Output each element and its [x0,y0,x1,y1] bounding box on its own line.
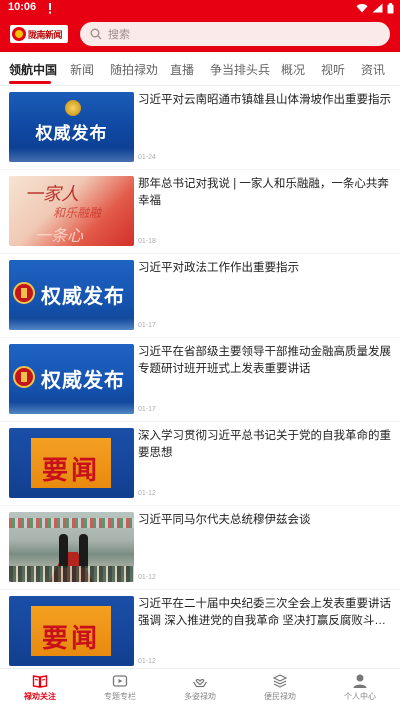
search-placeholder: 搜索 [108,29,130,41]
thumbnail-text: 权威发布 [35,124,108,144]
thumbnail-calligraphy-2: 和乐融融 [53,206,102,220]
book-icon [32,675,48,688]
news-date: 01-17 [138,406,156,413]
search-input[interactable]: 搜索 [80,22,390,46]
thumbnail-text: 权威发布 [41,368,125,392]
news-thumbnail: 权威发布 [9,260,134,330]
thumbnail-wave [9,318,134,330]
news-date: 01-12 [138,574,156,581]
news-title: 习近平对云南昭通市镇雄县山体滑坡作出重要指示 [138,94,391,106]
tab-news[interactable]: 新闻 [70,61,94,78]
nav-label: 禄劝关注 [24,692,56,701]
search-icon [90,28,102,40]
news-date: 01-24 [138,154,156,161]
logo-text: 陇南新闻 [28,30,63,41]
news-title: 习近平在二十届中央纪委三次全会上发表重要讲话强调 深入推进党的自我革命 坚决打赢… [138,598,391,627]
nav-label: 多姿禄劝 [184,692,216,701]
news-title: 那年总书记对我说 | 一家人和乐融融，一条心共奔幸福 [138,178,389,207]
status-bar: 10:06 [0,0,400,16]
nav-label: 专题专栏 [104,692,136,701]
news-date: 01-12 [138,658,156,665]
thumbnail-calligraphy: 一家人 [25,184,79,205]
nav-label: 个人中心 [344,692,376,701]
signal-icon [372,3,383,13]
nav-item-profile[interactable]: 个人中心 [320,673,400,702]
tab-media[interactable]: 视听 [321,61,345,78]
channel-tabs: 领航中国 新闻 随拍禄劝 直播 争当排头兵 概况 视听 资讯 [0,52,400,86]
thumbnail-figure [59,534,68,568]
nav-item-attention[interactable]: 禄劝关注 [0,673,80,702]
bottom-nav: 禄劝关注 专题专栏 多姿禄劝 便民禄劝 个人中心 [0,668,400,711]
app-header: 陇南新闻 搜索 [0,16,400,52]
hands-heart-icon [193,678,207,688]
tab-info[interactable]: 资讯 [361,61,385,78]
news-date: 01-18 [138,238,156,245]
thumbnail-skyline [9,148,134,162]
news-title: 习近平对政法工作作出重要指示 [138,262,299,274]
user-icon [353,674,367,688]
news-list: 权威发布 习近平对云南昭通市镇雄县山体滑坡作出重要指示 01-24 一家人 和乐… [0,86,400,668]
news-thumbnail: 权威发布 [9,344,134,414]
news-item[interactable]: 权威发布 习近平对政法工作作出重要指示 01-17 [0,254,400,338]
nav-label: 便民禄劝 [264,692,296,701]
layers-icon [272,674,288,688]
news-title: 习近平同马尔代夫总统穆伊兹会谈 [138,514,311,526]
tab-live[interactable]: 直播 [170,61,194,78]
thumbnail-crowd [9,566,134,582]
news-title: 习近平在省部级主要领导干部推动金融高质量发展专题研讨班开班式上发表重要讲话 [138,346,391,375]
news-item[interactable]: 权威发布 习近平在省部级主要领导干部推动金融高质量发展专题研讨班开班式上发表重要… [0,338,400,422]
wifi-icon [356,4,368,13]
news-item[interactable]: 权威发布 习近平对云南昭通市镇雄县山体滑坡作出重要指示 01-24 [0,86,400,170]
app-logo[interactable]: 陇南新闻 [10,25,68,43]
thumbnail-text: 要闻 [41,456,100,486]
thumbnail-figure [79,534,88,568]
news-item[interactable]: 一家人 和乐融融 一条心 那年总书记对我说 | 一家人和乐融融，一条心共奔幸福 … [0,170,400,254]
thumbnail-text: 权威发布 [41,284,125,308]
status-time: 10:06 [8,1,37,13]
news-thumbnail-photo [9,512,134,582]
news-thumbnail: 权威发布 [9,92,134,162]
news-title: 深入学习贯彻习近平总书记关于党的自我革命的重要思想 [138,430,391,459]
nav-item-colorful[interactable]: 多姿禄劝 [160,673,240,702]
news-item[interactable]: 要闻 深入学习贯彻习近平总书记关于党的自我革命的重要思想 01-12 [0,422,400,506]
news-thumbnail: 要闻 [9,428,134,498]
battery-icon [387,2,394,13]
news-thumbnail: 要闻 [9,596,134,666]
emblem-icon [13,282,35,304]
video-icon [112,675,128,687]
nav-item-topics[interactable]: 专题专栏 [80,673,160,702]
news-item[interactable]: 要闻 习近平在二十届中央纪委三次全会上发表重要讲话强调 深入推进党的自我革命 坚… [0,590,400,668]
logo-emblem-icon [12,27,26,41]
tab-lhzg[interactable]: 领航中国 [9,61,57,78]
news-date: 01-17 [138,322,156,329]
news-date: 01-12 [138,490,156,497]
alert-icon [49,3,51,14]
status-icons [356,2,394,14]
tab-paitoubing[interactable]: 争当排头兵 [210,61,270,78]
news-item[interactable]: 习近平同马尔代夫总统穆伊兹会谈 01-12 [0,506,400,590]
thumbnail-text: 要闻 [41,624,100,654]
thumbnail-calligraphy-3: 一条心 [35,226,84,245]
tab-overview[interactable]: 概况 [281,61,305,78]
thumbnail-wave [9,402,134,414]
tab-suipai[interactable]: 随拍禄劝 [110,61,158,78]
news-thumbnail: 一家人 和乐融融 一条心 [9,176,134,246]
active-tab-indicator [9,81,51,84]
emblem-icon [65,100,81,116]
emblem-icon [13,366,35,388]
thumbnail-flags [9,518,134,528]
nav-item-services[interactable]: 便民禄劝 [240,673,320,702]
